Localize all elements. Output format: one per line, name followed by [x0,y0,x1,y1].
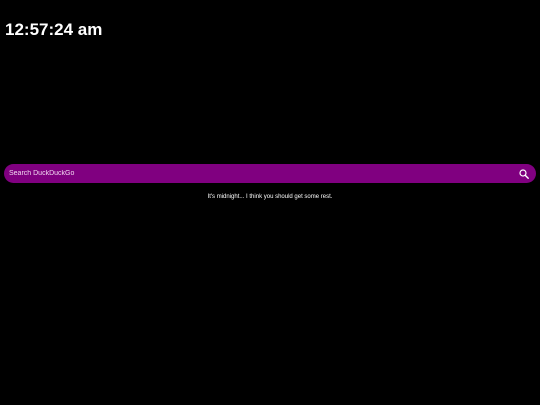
search-input[interactable] [4,164,514,183]
search-button[interactable] [514,164,534,183]
search-icon [519,168,529,179]
greeting-message: It's midnight... I think you should get … [207,194,333,200]
new-tab-page: 12:57:24 am It's midnight... I think you… [0,0,540,405]
search-bar [4,164,536,183]
clock: 12:57:24 am [5,20,103,39]
